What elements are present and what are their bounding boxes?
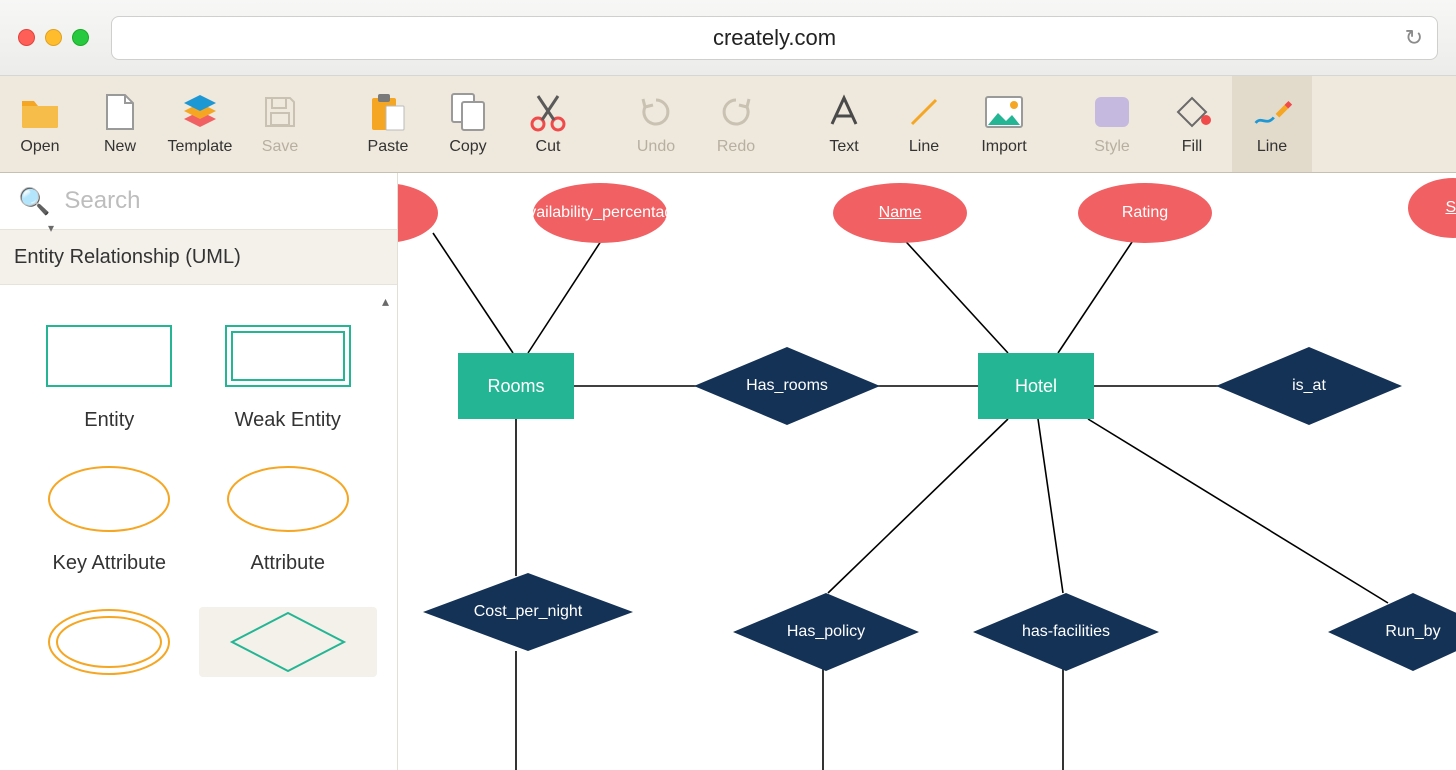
search-input[interactable] (64, 187, 379, 215)
image-icon (984, 92, 1024, 132)
layers-icon (180, 92, 220, 132)
shape-category-header[interactable]: Entity Relationship (UML) (0, 229, 397, 285)
attribute-rating[interactable]: Rating (1078, 183, 1212, 243)
copy-label: Copy (449, 138, 486, 156)
attribute-availability[interactable]: Availability_percentage (533, 183, 667, 243)
new-button[interactable]: New (80, 76, 160, 172)
relationship-has-facilities[interactable]: has-facilities (973, 593, 1159, 671)
shape-entity[interactable]: Entity (20, 321, 199, 432)
relationship-thumb-icon (224, 607, 352, 677)
traffic-lights (18, 29, 89, 46)
dropdown-caret-icon[interactable]: ▾ (48, 221, 54, 235)
bucket-icon (1172, 92, 1212, 132)
new-label: New (104, 138, 136, 156)
import-button[interactable]: Import (964, 76, 1044, 172)
line-tool-button[interactable]: Line (884, 76, 964, 172)
relationship-has-rooms[interactable]: Has_rooms (694, 347, 880, 425)
shape-multivalued-attribute[interactable] (20, 607, 199, 677)
search-row: 🔍 (0, 173, 397, 229)
entity-hotel[interactable]: Hotel (978, 353, 1094, 419)
save-button[interactable]: Save (240, 76, 320, 172)
shape-label: Attribute (251, 552, 325, 575)
redo-icon (716, 92, 756, 132)
template-label: Template (168, 138, 233, 156)
shape-label: Entity (84, 409, 134, 432)
shape-key-attribute[interactable]: Key Attribute (20, 464, 199, 575)
multivalued-thumb-icon (45, 607, 173, 677)
save-icon (260, 92, 300, 132)
redo-label: Redo (717, 138, 755, 156)
diagram-canvas[interactable]: ype Availability_percentage Name Rating … (398, 173, 1456, 770)
address-bar[interactable]: creately.com ↻ (111, 16, 1438, 60)
shape-attribute[interactable]: Attribute (199, 464, 378, 575)
undo-button[interactable]: Undo (616, 76, 696, 172)
copy-icon (448, 92, 488, 132)
redo-button[interactable]: Redo (696, 76, 776, 172)
shape-sidebar: 🔍 ▾ Entity Relationship (UML) ▴ Entity (0, 173, 398, 770)
connector-lines (398, 173, 1456, 770)
browser-chrome: creately.com ↻ (0, 0, 1456, 76)
style-label: Style (1094, 138, 1130, 156)
line-label: Line (909, 138, 939, 156)
window-minimize-button[interactable] (45, 29, 62, 46)
style-button[interactable]: Style (1072, 76, 1152, 172)
weak-entity-thumb-icon (224, 321, 352, 391)
url-text: creately.com (713, 25, 836, 51)
line-icon (904, 92, 944, 132)
attribute-thumb-icon (224, 464, 352, 534)
relationship-cost-per-night[interactable]: Cost_per_night (423, 573, 633, 651)
fill-button[interactable]: Fill (1152, 76, 1232, 172)
shape-relationship[interactable] (199, 607, 378, 677)
text-tool-button[interactable]: Text (804, 76, 884, 172)
cut-label: Cut (536, 138, 561, 156)
shape-weak-entity[interactable]: Weak Entity (199, 321, 378, 432)
window-close-button[interactable] (18, 29, 35, 46)
reload-icon[interactable]: ↻ (1405, 25, 1423, 51)
undo-label: Undo (637, 138, 675, 156)
copy-button[interactable]: Copy (428, 76, 508, 172)
shape-label: Weak Entity (235, 409, 341, 432)
text-label: Text (829, 138, 858, 156)
search-icon[interactable]: 🔍 (18, 186, 50, 217)
key-attribute-thumb-icon (45, 464, 173, 534)
import-label: Import (981, 138, 1026, 156)
shape-label: Key Attribute (53, 552, 166, 575)
fill-label: Fill (1182, 138, 1202, 156)
pencil-line-icon (1252, 92, 1292, 132)
line-style-label: Line (1257, 138, 1287, 156)
workspace: 🔍 ▾ Entity Relationship (UML) ▴ Entity (0, 173, 1456, 770)
attribute-name[interactable]: Name (833, 183, 967, 243)
folder-icon (20, 92, 60, 132)
entity-rooms[interactable]: Rooms (458, 353, 574, 419)
relationship-run-by[interactable]: Run_by (1328, 593, 1456, 671)
undo-icon (636, 92, 676, 132)
paste-button[interactable]: Paste (348, 76, 428, 172)
window-zoom-button[interactable] (72, 29, 89, 46)
toolbar: Open New Template Save Paste Copy (0, 76, 1456, 173)
scissors-icon (528, 92, 568, 132)
relationship-has-policy[interactable]: Has_policy (733, 593, 919, 671)
scroll-up-icon[interactable]: ▴ (382, 293, 389, 310)
template-button[interactable]: Template (160, 76, 240, 172)
save-label: Save (262, 138, 298, 156)
cut-button[interactable]: Cut (508, 76, 588, 172)
text-icon (824, 92, 864, 132)
open-label: Open (20, 138, 59, 156)
line-style-button[interactable]: Line (1232, 76, 1312, 172)
file-icon (100, 92, 140, 132)
entity-thumb-icon (45, 321, 173, 391)
clipboard-icon (368, 92, 408, 132)
relationship-is-at[interactable]: is_at (1216, 347, 1402, 425)
category-label: Entity Relationship (UML) (14, 246, 241, 269)
open-button[interactable]: Open (0, 76, 80, 172)
paste-label: Paste (368, 138, 409, 156)
shape-scroller: ▴ Entity Weak Entity (0, 285, 397, 770)
style-icon (1092, 92, 1132, 132)
